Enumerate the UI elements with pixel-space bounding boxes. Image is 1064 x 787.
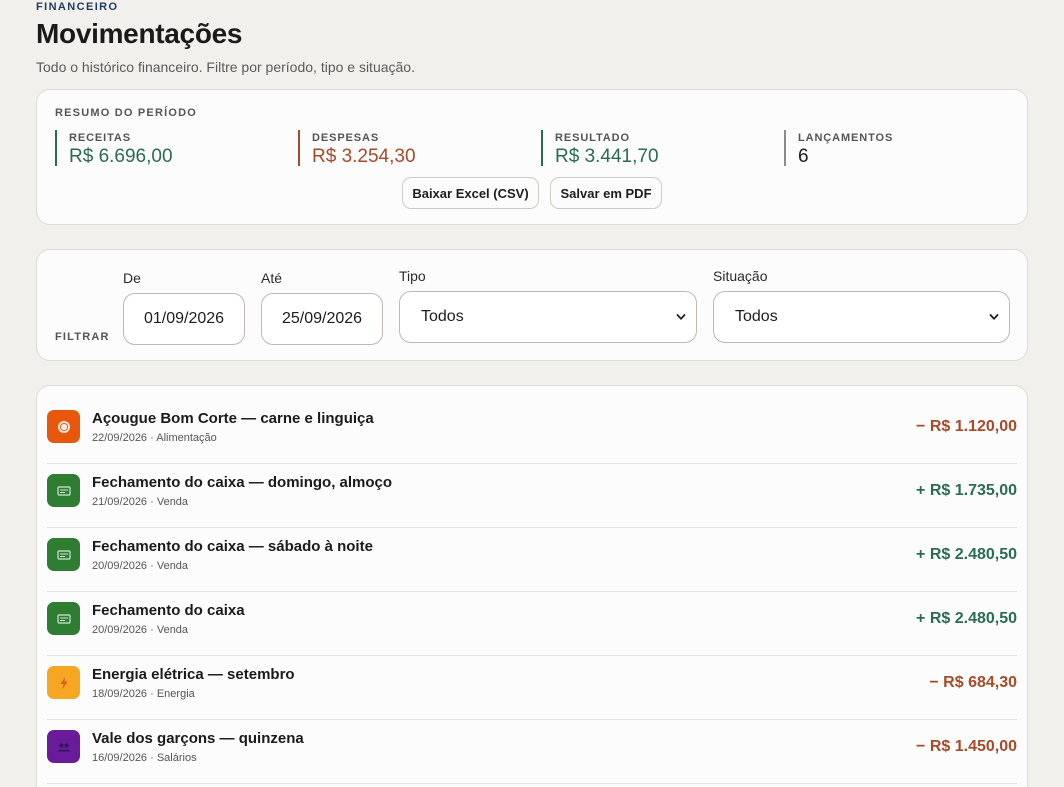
stat-expenses-value: R$ 3.254,30 xyxy=(312,146,416,167)
transaction-amount: − R$ 1.450,00 xyxy=(916,738,1017,755)
status-label: Situação xyxy=(713,268,768,284)
transaction-amount: + R$ 1.735,00 xyxy=(916,482,1017,499)
transaction-date: 20/09/2026 xyxy=(92,624,148,636)
date-from-input[interactable]: 01/09/2026 xyxy=(123,293,245,345)
stat-expenses: DESPESAS R$ 3.254,30 xyxy=(298,130,416,167)
transaction-meta: 18/09/2026 · Energia xyxy=(92,688,195,700)
stat-result-value: R$ 3.441,70 xyxy=(555,146,659,167)
stat-expenses-label: DESPESAS xyxy=(312,132,380,144)
transaction-row[interactable]: Fechamento do caixa — domingo, almoço 21… xyxy=(47,464,1017,528)
transaction-category: Venda xyxy=(156,560,189,572)
stat-income-label: RECEITAS xyxy=(69,132,132,144)
page-title: Movimentações xyxy=(36,18,243,49)
status-select[interactable]: Todos xyxy=(713,291,1010,343)
transaction-date: 21/09/2026 xyxy=(92,496,148,508)
transaction-date: 18/09/2026 xyxy=(92,688,148,700)
export-pdf-button[interactable]: Salvar em PDF xyxy=(550,177,662,209)
transaction-title: Fechamento do caixa — domingo, almoço xyxy=(92,474,393,491)
date-to-label: Até xyxy=(261,270,283,286)
stat-entries-value: 6 xyxy=(798,146,809,167)
transaction-date: 16/09/2026 xyxy=(92,752,148,764)
date-from-label: De xyxy=(123,270,141,286)
transaction-category: Venda xyxy=(156,496,189,508)
transaction-row[interactable]: Fechamento do caixa 20/09/2026 · Venda +… xyxy=(47,592,1017,656)
stat-entries-label: LANÇAMENTOS xyxy=(798,132,894,144)
stat-result-label: RESULTADO xyxy=(555,132,630,144)
filters-card: FILTRAR De 01/09/2026 Até 25/09/2026 Tip… xyxy=(36,249,1028,361)
section-eyebrow: FINANCEIRO xyxy=(36,1,119,13)
transaction-amount: + R$ 2.480,50 xyxy=(916,610,1017,627)
stat-result: RESULTADO R$ 3.441,70 xyxy=(541,130,659,167)
summary-label: RESUMO DO PERÍODO xyxy=(55,107,198,119)
transaction-row[interactable]: Energia elétrica — setembro 18/09/2026 ·… xyxy=(47,656,1017,720)
transaction-row[interactable]: Vale dos garçons — quinzena 16/09/2026 ·… xyxy=(47,720,1017,784)
transaction-meta: 22/09/2026 · Alimentação xyxy=(92,432,217,444)
transaction-row[interactable]: Fechamento do caixa — sábado à noite 20/… xyxy=(47,528,1017,592)
period-summary-card: RESUMO DO PERÍODO RECEITAS R$ 6.696,00 D… xyxy=(36,89,1028,225)
date-to-input[interactable]: 25/09/2026 xyxy=(261,293,383,345)
date-to-value: 25/09/2026 xyxy=(281,310,363,327)
transaction-category: Salários xyxy=(156,752,197,764)
transaction-title: Fechamento do caixa — sábado à noite xyxy=(92,538,373,555)
transactions-list: Açougue Bom Corte — carne e linguiça 22/… xyxy=(36,385,1028,787)
transaction-category: Energia xyxy=(156,688,195,700)
type-select[interactable]: Todos xyxy=(399,291,697,343)
stat-entries: LANÇAMENTOS 6 xyxy=(784,130,894,167)
transaction-title: Vale dos garçons — quinzena xyxy=(92,730,304,747)
chevron-down-icon xyxy=(989,314,999,320)
page-subtitle: Todo o histórico financeiro. Filtre por … xyxy=(36,59,415,75)
transaction-category: Venda xyxy=(156,624,189,636)
people-icon xyxy=(47,730,80,763)
stat-income-value: R$ 6.696,00 xyxy=(69,146,173,167)
transaction-row[interactable]: Açougue Bom Corte — carne e linguiça 22/… xyxy=(47,400,1017,464)
cash-register-icon xyxy=(47,474,80,507)
type-label: Tipo xyxy=(399,268,426,284)
transaction-amount: − R$ 684,30 xyxy=(929,674,1017,691)
cash-register-icon xyxy=(47,602,80,635)
cash-register-icon xyxy=(47,538,80,571)
transaction-amount: + R$ 2.480,50 xyxy=(916,546,1017,563)
type-select-value: Todos xyxy=(421,308,464,325)
transaction-title: Fechamento do caixa xyxy=(92,602,245,619)
transaction-meta: 20/09/2026 · Venda xyxy=(92,560,189,572)
transaction-category: Alimentação xyxy=(156,432,217,444)
lightning-icon xyxy=(47,666,80,699)
plate-icon xyxy=(47,410,80,443)
transaction-date: 20/09/2026 xyxy=(92,560,148,572)
filter-label: FILTRAR xyxy=(55,331,110,343)
transaction-amount: − R$ 1.120,00 xyxy=(916,418,1017,435)
transaction-title: Açougue Bom Corte — carne e linguiça xyxy=(92,410,374,427)
transaction-meta: 16/09/2026 · Salários xyxy=(92,752,197,764)
export-csv-button[interactable]: Baixar Excel (CSV) xyxy=(402,177,539,209)
transaction-meta: 21/09/2026 · Venda xyxy=(92,496,189,508)
chevron-down-icon xyxy=(676,314,686,320)
transaction-title: Energia elétrica — setembro xyxy=(92,666,295,683)
transaction-meta: 20/09/2026 · Venda xyxy=(92,624,189,636)
date-from-value: 01/09/2026 xyxy=(143,310,225,327)
transaction-date: 22/09/2026 xyxy=(92,432,148,444)
stat-income: RECEITAS R$ 6.696,00 xyxy=(55,130,173,167)
status-select-value: Todos xyxy=(735,308,778,325)
